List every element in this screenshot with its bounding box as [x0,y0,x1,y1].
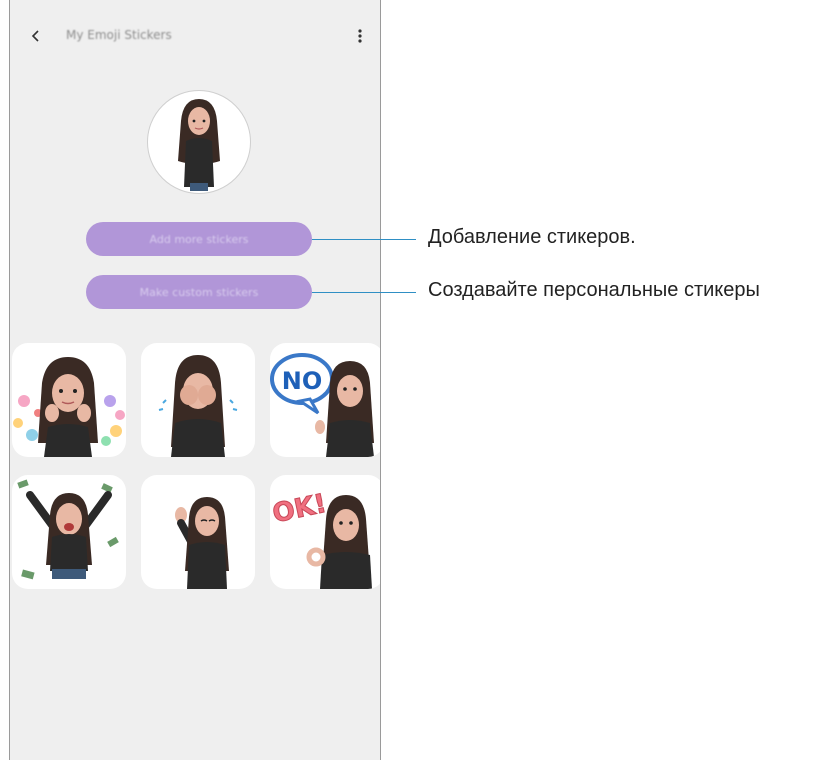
callout-line-custom [312,292,416,293]
make-custom-stickers-button[interactable]: Make custom stickers [86,275,312,309]
more-vertical-icon [358,29,362,43]
add-more-stickers-label: Add more stickers [149,232,249,246]
callout-line-add [312,239,416,240]
no-sticker-text: NO [282,367,323,395]
more-options-button[interactable] [348,24,372,48]
avatar[interactable] [147,90,251,194]
chevron-left-icon [31,30,39,42]
no-sticker-image: NO [270,353,374,457]
back-button[interactable] [24,24,48,48]
ok-sticker-text: OK! [270,489,329,530]
app-header: My Emoji Stickers [10,18,380,58]
no-sticker[interactable]: NO [270,343,380,457]
callout-custom-stickers: Создавайте персональные стикеры [428,279,760,301]
money-sticker[interactable] [12,475,126,589]
hearts-sticker[interactable] [12,343,126,457]
ok-sticker[interactable]: OK! [270,475,380,589]
callout-add-stickers: Добавление стикеров. [428,226,636,248]
wave-sticker[interactable] [141,475,255,589]
wave-sticker-image [175,497,229,589]
avatar-figure [178,99,220,191]
ok-sticker-image: OK! [270,488,372,589]
page-title: My Emoji Stickers [66,28,172,42]
money-sticker-image [17,479,119,580]
crying-sticker-image [158,355,238,457]
add-more-stickers-button[interactable]: Add more stickers [86,222,312,256]
make-custom-stickers-label: Make custom stickers [139,285,259,299]
phone-screen: My Emoji Stickers Add more stickers Make… [9,0,381,760]
crying-sticker[interactable] [141,343,255,457]
hearts-sticker-image [13,357,125,457]
